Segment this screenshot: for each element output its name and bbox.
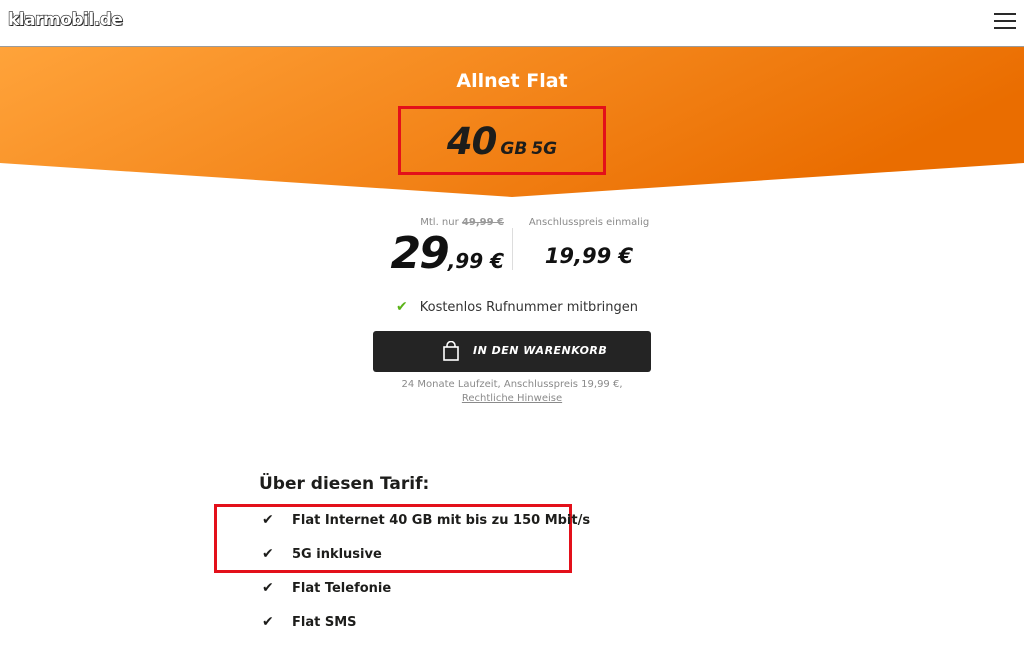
number-porting-text: Kostenlos Rufnummer mitbringen — [419, 300, 638, 315]
check-icon: ✔ — [262, 512, 274, 528]
check-icon: ✔ — [396, 299, 408, 315]
legal-notice-link[interactable]: Rechtliche Hinweise — [462, 393, 562, 404]
check-icon: ✔ — [262, 614, 274, 630]
add-to-cart-label: IN DEN WARENKORB — [473, 344, 608, 357]
list-item: ✔ Flat Internet 40 GB mit bis zu 150 Mbit… — [262, 512, 590, 546]
price-divider — [512, 228, 513, 270]
add-to-cart-button[interactable]: IN DEN WARENKORB — [373, 331, 651, 372]
setup-price-label: Anschlusspreis einmalig — [528, 217, 650, 228]
tariff-name: Allnet Flat — [456, 70, 568, 92]
page: klarmobil.de Allnet Flat 40 GB 5G Mtl. nur… — [0, 0, 1024, 648]
data-volume-number: 40 — [446, 120, 497, 163]
price-integer: 29 — [390, 228, 449, 279]
about-tariff-heading: Über diesen Tarif: — [259, 474, 430, 494]
feature-text: Flat SMS — [292, 615, 357, 630]
setup-price: 19,99 € — [544, 244, 634, 268]
monthly-label-line: Mtl. nur 49,99 € — [384, 217, 504, 228]
data-volume: 40 GB 5G — [401, 120, 603, 163]
list-item: ✔ 5G inklusive — [262, 546, 590, 580]
klarmobil-logo[interactable]: klarmobil.de — [7, 9, 123, 30]
network-technology: 5G — [531, 139, 558, 159]
check-icon: ✔ — [262, 580, 274, 596]
list-item: ✔ Flat SMS — [262, 614, 590, 648]
monthly-price-block: Mtl. nur 49,99 € 29,99 € — [384, 217, 504, 279]
price-cents: ,99 € — [447, 249, 504, 273]
hamburger-menu-icon[interactable] — [994, 13, 1016, 29]
data-volume-unit: GB — [500, 139, 528, 159]
contract-note: 24 Monate Laufzeit, Anschlusspreis 19,99… — [401, 379, 623, 390]
tariff-feature-list: ✔ Flat Internet 40 GB mit bis zu 150 Mbit… — [262, 512, 590, 648]
list-item: ✔ Flat Telefonie — [262, 580, 590, 614]
shopping-bag-icon — [443, 341, 459, 361]
old-price: 49,99 € — [461, 217, 504, 228]
site-header: klarmobil.de — [0, 0, 1024, 47]
setup-price-block: Anschlusspreis einmalig 19,99 € — [524, 217, 654, 268]
monthly-label: Mtl. nur — [420, 217, 459, 228]
monthly-price: 29,99 € — [384, 228, 504, 279]
number-porting-feature: ✔ Kostenlos Rufnummer mitbringen — [396, 299, 638, 315]
data-volume-highlight-box: 40 GB 5G — [398, 106, 606, 175]
feature-text: Flat Telefonie — [292, 581, 392, 596]
feature-text: 5G inklusive — [292, 547, 382, 562]
check-icon: ✔ — [262, 546, 274, 562]
feature-text: Flat Internet 40 GB mit bis zu 150 Mbit/… — [292, 513, 591, 528]
legal-notice-link-wrapper: Rechtliche Hinweise — [0, 393, 1024, 404]
